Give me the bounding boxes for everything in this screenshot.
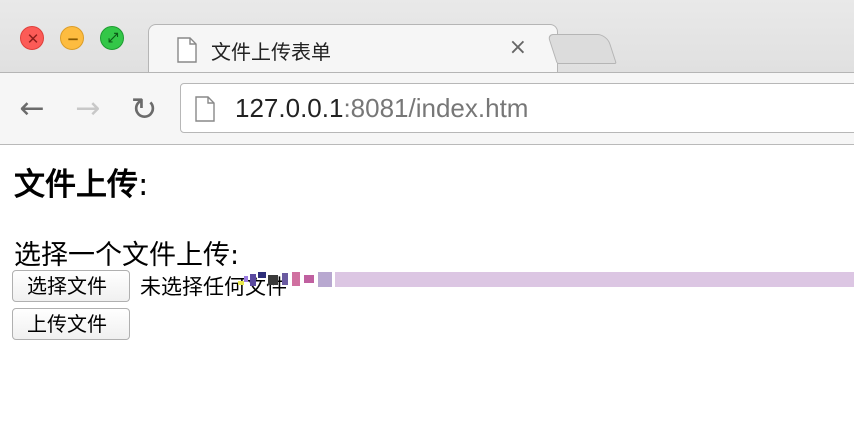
heading-text: 文件上传	[14, 167, 138, 203]
window-close-button[interactable]: ✕	[20, 26, 44, 50]
back-arrow-icon[interactable]: ←	[14, 91, 50, 127]
choose-file-button[interactable]: 选择文件	[12, 270, 130, 302]
tab-active[interactable]: 文件上传表单 ×	[148, 24, 558, 73]
heading-colon: :	[138, 167, 149, 203]
maximize-icon: ⤢	[107, 31, 119, 46]
tab-close-icon[interactable]: ×	[509, 35, 527, 60]
forward-arrow-icon[interactable]: →	[70, 91, 106, 127]
page-heading: 文件上传:	[14, 159, 148, 204]
url-path: :8081/index.htm	[343, 93, 529, 123]
tab-title: 文件上传表单	[211, 40, 331, 64]
browser-chrome: ✕ − ⤢ 文件上传表单 × ← → ↻ 127.0.0.1:8081/inde…	[0, 0, 854, 145]
page-icon	[177, 37, 197, 63]
file-prompt: 选择一个文件上传:	[14, 240, 240, 271]
minimize-icon: −	[66, 30, 80, 48]
url-host: 127.0.0.1	[235, 93, 344, 123]
upload-file-button[interactable]: 上传文件	[12, 308, 130, 340]
address-bar[interactable]: 127.0.0.1:8081/index.htm	[180, 83, 854, 133]
window-maximize-button[interactable]: ⤢	[100, 26, 124, 50]
page-icon	[195, 96, 215, 122]
close-icon: ✕	[26, 30, 40, 48]
url-text[interactable]: 127.0.0.1:8081/index.htm	[235, 93, 528, 124]
window-minimize-button[interactable]: −	[60, 26, 84, 50]
new-tab-button[interactable]	[547, 34, 617, 64]
toolbar: ← → ↻ 127.0.0.1:8081/index.htm	[0, 72, 854, 144]
reload-icon[interactable]: ↻	[126, 91, 162, 127]
render-glitch	[238, 272, 854, 287]
tab-strip: ✕ − ⤢ 文件上传表单 ×	[0, 0, 854, 73]
